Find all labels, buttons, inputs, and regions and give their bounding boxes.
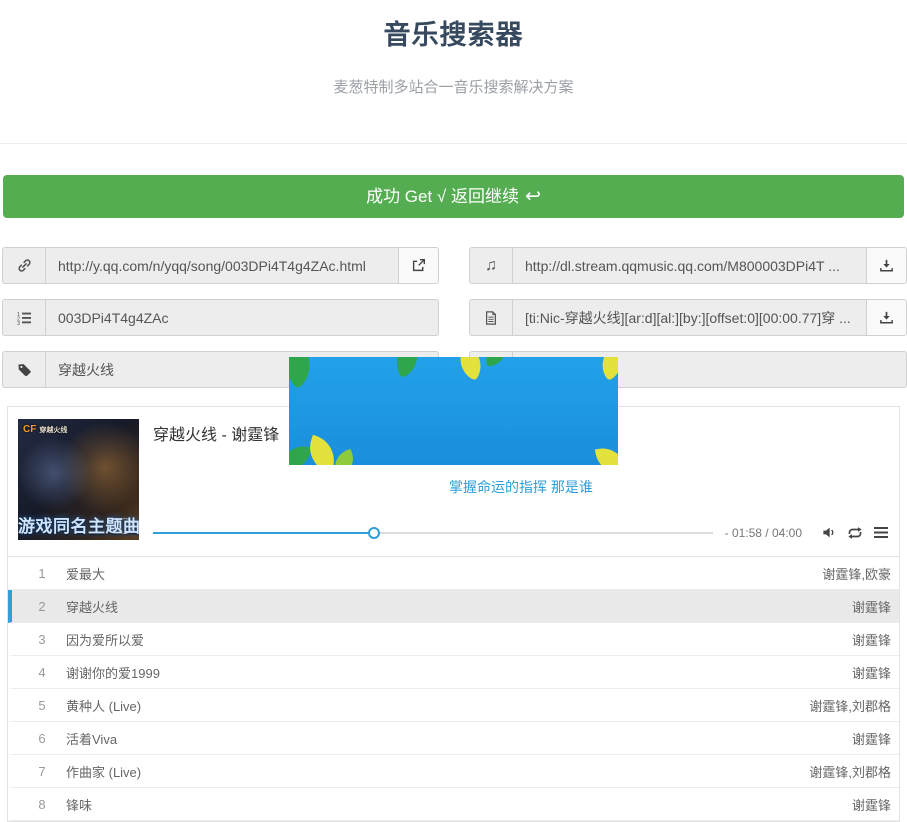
track-artist: 谢霆锋,刘郡格 <box>809 762 891 781</box>
track-number: 8 <box>32 797 52 812</box>
file-text-icon <box>470 300 513 335</box>
stream-url-input[interactable] <box>513 248 866 283</box>
page-title: 音乐搜索器 <box>0 0 907 52</box>
leaf-decor <box>595 445 618 465</box>
track-number: 4 <box>32 665 52 680</box>
reply-icon: ↩ <box>525 186 541 207</box>
tag-icon <box>3 352 46 387</box>
current-lyric-line[interactable]: 掌握命运的指挥 那是谁 <box>153 477 889 497</box>
volume-icon[interactable] <box>821 525 837 540</box>
song-id-input[interactable] <box>46 300 438 335</box>
loop-icon[interactable] <box>846 526 864 540</box>
success-banner-text: 成功 Get √ 返回继续 <box>366 187 519 206</box>
success-banner[interactable]: 成功 Get √ 返回继续 ↩ <box>3 175 904 218</box>
track-row[interactable]: 3 因为爱所以爱 谢霆锋 <box>8 623 899 656</box>
lyric-group <box>469 299 907 336</box>
track-list: 1 爱最大 谢霆锋,欧豪 2 穿越火线 谢霆锋 3 因为爱所以爱 谢霆锋 4 谢… <box>8 556 899 821</box>
track-artist: 谢霆锋 <box>852 630 891 649</box>
track-title: 爱最大 <box>66 564 822 583</box>
album-logo: CF穿越火线 <box>23 424 67 435</box>
track-title: 因为爱所以爱 <box>66 630 852 649</box>
track-row[interactable]: 8 锋味 谢霆锋 <box>8 788 899 821</box>
track-artist: 谢霆锋 <box>852 597 891 616</box>
track-row-active[interactable]: 2 穿越火线 谢霆锋 <box>8 590 899 623</box>
track-row[interactable]: 4 谢谢你的爱1999 谢霆锋 <box>8 656 899 689</box>
download-lyric-button[interactable] <box>866 300 906 335</box>
music-icon: ♫ <box>470 248 513 283</box>
album-art: CF穿越火线 游戏同名主题曲 <box>18 419 139 540</box>
track-title: 穿越火线 <box>66 597 852 616</box>
track-number: 7 <box>32 764 52 779</box>
page-url-group <box>2 247 439 284</box>
player-controls: - 01:58 / 04:00 <box>153 525 889 540</box>
track-title: 作曲家 (Live) <box>66 762 809 781</box>
track-row[interactable]: 7 作曲家 (Live) 谢霆锋,刘郡格 <box>8 755 899 788</box>
track-title: 活着Viva <box>66 729 852 748</box>
song-id-group: 123 <box>2 299 439 336</box>
track-row[interactable]: 6 活着Viva 谢霆锋 <box>8 722 899 755</box>
external-link-icon <box>411 258 426 273</box>
leaf-decor <box>330 449 358 465</box>
track-row[interactable]: 5 黄种人 (Live) 谢霆锋,刘郡格 <box>8 689 899 722</box>
ad-banner-image[interactable] <box>289 357 618 465</box>
playlist-menu-icon[interactable] <box>873 526 889 539</box>
stream-url-group: ♫ <box>469 247 907 284</box>
leaf-decor <box>483 357 508 367</box>
track-number: 2 <box>32 599 52 614</box>
download-song-button[interactable] <box>866 248 906 283</box>
svg-text:3: 3 <box>17 320 20 325</box>
leaf-decor <box>289 443 311 465</box>
link-icon <box>3 248 46 283</box>
page-subtitle: 麦葱特制多站合一音乐搜索解决方案 <box>0 76 907 97</box>
track-row[interactable]: 1 爱最大 谢霆锋,欧豪 <box>8 557 899 590</box>
download-icon <box>879 310 894 325</box>
track-artist: 谢霆锋 <box>852 795 891 814</box>
track-artist: 谢霆锋 <box>852 663 891 682</box>
track-number: 1 <box>32 566 52 581</box>
leaf-decor <box>452 357 489 381</box>
track-number: 5 <box>32 698 52 713</box>
progress-knob[interactable] <box>368 527 380 539</box>
list-ol-icon: 123 <box>3 300 46 335</box>
download-icon <box>879 258 894 273</box>
player-panel: CF穿越火线 游戏同名主题曲 穿越火线 - 谢霆锋 掌握命运的指挥 那是谁 - … <box>7 406 900 822</box>
progress-fill <box>153 532 374 534</box>
album-disc-badge <box>117 518 133 534</box>
page-header: 音乐搜索器 麦葱特制多站合一音乐搜索解决方案 <box>0 0 907 144</box>
page-url-input[interactable] <box>46 248 398 283</box>
progress-bar[interactable] <box>153 527 713 539</box>
track-artist: 谢霆锋,刘郡格 <box>809 696 891 715</box>
open-page-button[interactable] <box>398 248 438 283</box>
lyric-input[interactable] <box>513 300 866 335</box>
track-number: 6 <box>32 731 52 746</box>
time-display: - 01:58 / 04:00 <box>725 526 802 540</box>
leaf-decor <box>289 357 322 389</box>
track-artist: 谢霆锋,欧豪 <box>822 564 891 583</box>
track-title: 黄种人 (Live) <box>66 696 809 715</box>
leaf-decor <box>594 357 618 381</box>
track-title: 谢谢你的爱1999 <box>66 663 852 682</box>
leaf-decor <box>388 357 426 378</box>
track-title: 锋味 <box>66 795 852 814</box>
track-number: 3 <box>32 632 52 647</box>
track-artist: 谢霆锋 <box>852 729 891 748</box>
